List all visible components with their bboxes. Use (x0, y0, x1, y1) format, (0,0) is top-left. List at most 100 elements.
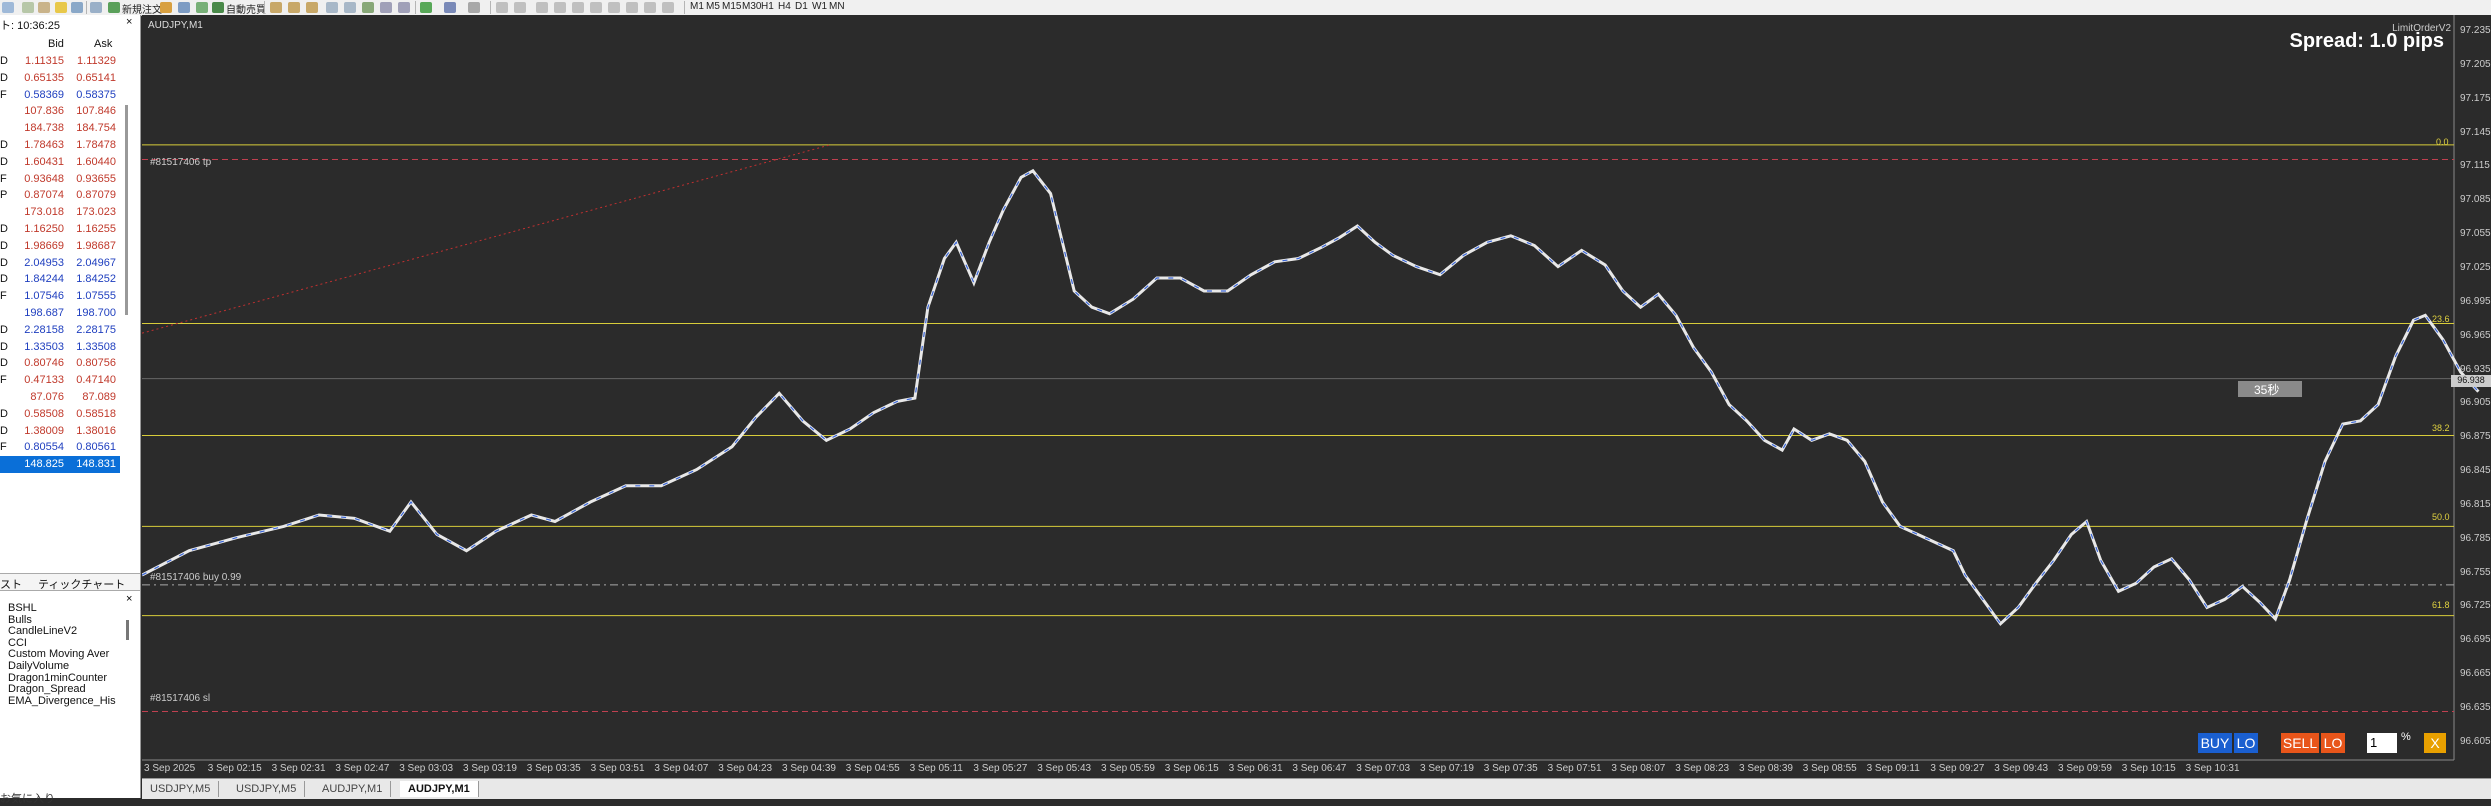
shift-chart-icon[interactable] (398, 2, 410, 13)
profiles-icon[interactable] (22, 2, 34, 13)
periods-icon[interactable] (444, 2, 456, 13)
arrows-icon[interactable] (662, 2, 674, 13)
market-watch-row[interactable]: F 0.47133 0.47140 (0, 372, 120, 389)
navigator-item[interactable]: Dragon_Spread (8, 683, 86, 695)
market-watch-row[interactable]: D 1.33503 1.33508 (0, 339, 120, 356)
cursor-icon[interactable] (496, 2, 508, 13)
bid-header[interactable]: Bid (48, 38, 64, 50)
favorites-icon[interactable] (55, 2, 67, 13)
channel-icon[interactable] (590, 2, 602, 13)
close-panel-button[interactable]: X (2424, 733, 2446, 753)
market-watch-row[interactable]: 148.825 148.831 (0, 456, 120, 474)
market-watch-row[interactable]: F 0.58369 0.58375 (0, 87, 120, 104)
history-icon[interactable] (178, 2, 190, 13)
market-watch-row[interactable]: F 1.07546 1.07555 (0, 288, 120, 305)
market-watch-row[interactable]: D 2.28158 2.28175 (0, 322, 120, 339)
crosshair-tool-icon[interactable] (514, 2, 526, 13)
navigator-item[interactable]: BSHL (8, 602, 37, 614)
buy-limit-button[interactable]: LO (2234, 733, 2258, 753)
autotrade-button[interactable]: 自動売買 (226, 1, 266, 16)
lot-input[interactable]: 1 (2367, 733, 2397, 753)
tab-audjpy-m1-active[interactable]: AUDJPY,M1 (400, 781, 479, 797)
market-watch-row[interactable]: D 1.78463 1.78478 (0, 137, 120, 154)
indicators-icon[interactable] (420, 2, 432, 13)
bar-chart-icon[interactable] (270, 2, 282, 13)
market-watch-row[interactable]: D 0.58508 0.58518 (0, 406, 120, 423)
timeframe-mn[interactable]: MN (829, 1, 845, 12)
navigator-item[interactable]: CandleLineV2 (8, 625, 77, 637)
timeframe-h1[interactable]: H1 (761, 1, 774, 12)
new-order-icon[interactable] (108, 2, 120, 13)
market-watch-row[interactable]: D 1.38009 1.38016 (0, 423, 120, 440)
market-watch-row[interactable]: 198.687 198.700 (0, 305, 120, 322)
navigator-item[interactable]: Custom Moving Aver (8, 648, 109, 660)
price-chart[interactable] (142, 15, 2491, 778)
scrollbar[interactable] (125, 105, 128, 315)
market-watch-row[interactable]: F 0.80554 0.80561 (0, 439, 120, 456)
signals-icon[interactable] (196, 2, 208, 13)
timeframe-m1[interactable]: M1 (690, 1, 704, 12)
autotrade-icon[interactable] (212, 2, 224, 13)
navigator-item[interactable]: CCI (8, 637, 27, 649)
search-icon[interactable] (90, 2, 102, 13)
zoom-in-icon[interactable] (326, 2, 338, 13)
tab-audjpy-m1[interactable]: AUDJPY,M1 (314, 781, 392, 797)
tab-tick-chart[interactable]: ティックチャート (38, 576, 125, 592)
new-order-button[interactable]: 新規注文 (122, 1, 162, 16)
navigator-item[interactable]: Bulls (8, 614, 32, 626)
market-watch-row[interactable]: 107.836 107.846 (0, 103, 120, 120)
ask-value: 184.754 (76, 122, 116, 135)
scrollbar[interactable] (126, 620, 129, 640)
close-icon[interactable]: × (126, 16, 132, 28)
buy-button[interactable]: BUY (2198, 733, 2232, 753)
tab-usdjpy-m5[interactable]: USDJPY,M5 (228, 781, 306, 797)
line-chart-icon[interactable] (306, 2, 318, 13)
timeframe-h4[interactable]: H4 (778, 1, 791, 12)
timeframe-m5[interactable]: M5 (706, 1, 720, 12)
market-watch-row[interactable]: D 0.65135 0.65141 (0, 70, 120, 87)
ask-header[interactable]: Ask (94, 38, 112, 50)
templates-icon[interactable] (468, 2, 480, 13)
navigator-item[interactable]: DailyVolume (8, 660, 69, 672)
market-watch-row[interactable]: D 1.98669 1.98687 (0, 238, 120, 255)
zoom-out-icon[interactable] (344, 2, 356, 13)
market-watch-row[interactable]: D 1.16250 1.16255 (0, 221, 120, 238)
timeframe-m15[interactable]: M15 (722, 1, 741, 12)
market-watch-row[interactable]: D 0.80746 0.80756 (0, 355, 120, 372)
text-icon[interactable] (626, 2, 638, 13)
sell-button[interactable]: SELL (2281, 733, 2319, 753)
market-watch-row[interactable]: F 0.93648 0.93655 (0, 171, 120, 188)
market-watch-row[interactable]: D 2.04953 2.04967 (0, 255, 120, 272)
fibonacci-icon[interactable] (608, 2, 620, 13)
navigator-item[interactable]: Dragon1minCounter (8, 672, 107, 684)
market-watch-row[interactable]: D 1.60431 1.60440 (0, 154, 120, 171)
candle-chart-icon[interactable] (288, 2, 300, 13)
timeframe-d1[interactable]: D1 (795, 1, 808, 12)
vertical-line-icon[interactable] (536, 2, 548, 13)
crosshair-icon[interactable] (38, 2, 50, 13)
trendline-icon[interactable] (572, 2, 584, 13)
navigator-item[interactable]: EMA_Divergence_His (8, 695, 116, 707)
text-label-icon[interactable] (644, 2, 656, 13)
market-watch-row[interactable]: P 0.87074 0.87079 (0, 187, 120, 204)
market-watch-row[interactable]: 87.076 87.089 (0, 389, 120, 406)
market-watch-row[interactable]: D 1.11315 1.11329 (0, 53, 120, 70)
sell-limit-button[interactable]: LO (2321, 733, 2345, 753)
close-icon[interactable]: × (126, 593, 132, 605)
market-watch-row[interactable]: D 1.84244 1.84252 (0, 271, 120, 288)
ask-value: 2.28175 (76, 323, 116, 336)
timeframe-w1[interactable]: W1 (812, 1, 827, 12)
favorites-tab[interactable]: お気に入り (0, 790, 55, 806)
new-chart-icon[interactable] (2, 2, 14, 13)
scroll-chart-icon[interactable] (380, 2, 392, 13)
horizontal-line-icon[interactable] (554, 2, 566, 13)
timeframe-m30[interactable]: M30 (742, 1, 761, 12)
market-watch-row[interactable]: 173.018 173.023 (0, 204, 120, 221)
chart-area[interactable]: AUDJPY,M1 LimitOrderV2 Spread: 1.0 pips … (142, 15, 2491, 778)
tile-windows-icon[interactable] (362, 2, 374, 13)
tab-symbols[interactable]: スト (0, 576, 22, 592)
market-watch-row[interactable]: 184.738 184.754 (0, 120, 120, 137)
window-icon[interactable] (71, 2, 83, 13)
tab-usdjpy-m5[interactable]: USDJPY,M5 (142, 781, 220, 797)
metaeditor-icon[interactable] (160, 2, 172, 13)
